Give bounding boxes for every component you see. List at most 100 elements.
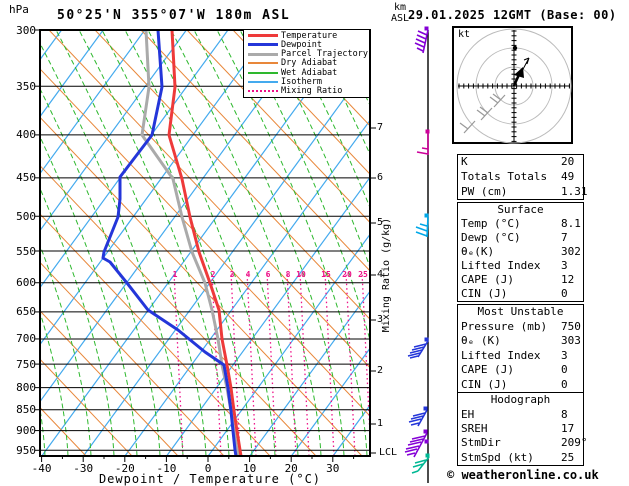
table-row-label: EH — [461, 408, 474, 421]
km-tick-label: 1 — [377, 419, 383, 429]
legend-item: Wet Adiabat — [244, 68, 369, 77]
pressure-tick-label: 300 — [6, 25, 36, 36]
table-row-value: 8.1 — [561, 218, 581, 229]
wind-barb-dot — [425, 440, 429, 444]
wind-barb-dot — [426, 454, 430, 458]
hodograph-point — [513, 46, 517, 50]
mixing-ratio-value-label: 3 — [224, 271, 240, 279]
table-row-value: 8 — [561, 409, 568, 420]
table-row-value: 302 — [561, 246, 581, 257]
pressure-tick-label: 600 — [6, 277, 36, 288]
mixing-ratio-value-label: 6 — [260, 271, 276, 279]
stats-table: Hodograph EH 8 SREH17 StmDir209° StmSpd (kt) 2… — [457, 392, 584, 466]
mixing-ratio-value-label: 25 — [355, 271, 371, 279]
legend-line-sample — [248, 90, 278, 92]
legend-item: Parcel Trajectory — [244, 50, 369, 59]
temp-tick-label: -20 — [109, 463, 141, 474]
km-tick-label: 7 — [377, 123, 383, 133]
legend-label: Mixing Ratio — [281, 86, 342, 96]
table-row: CAPE (J) 12 — [461, 274, 580, 286]
pressure-tick-label: 900 — [6, 425, 36, 436]
table-row-value: 25 — [561, 452, 574, 463]
mixing-ratio-value-label: 15 — [318, 271, 334, 279]
table-row-label: CAPE (J) — [461, 273, 514, 286]
table-row-label: StmSpd (kt) — [461, 451, 534, 464]
table-row-value: 12 — [561, 274, 574, 285]
skewt-sounding-page: hPa 50°25'N 355°07'W 180m ASL 29.01.2025… — [0, 0, 629, 486]
table-row-label: CAPE (J) — [461, 363, 514, 376]
parcel-curve — [142, 30, 239, 456]
legend-item: Temperature — [244, 31, 369, 40]
temp-tick-label: -30 — [67, 463, 99, 474]
pressure-tick-label: 700 — [6, 333, 36, 344]
mixing-ratio-value-label: 20 — [339, 271, 355, 279]
table-row: K20 — [461, 156, 580, 168]
table-row-value: 0 — [561, 379, 568, 390]
km-tick-label: 6 — [377, 173, 383, 183]
temp-tick-label: -10 — [150, 463, 182, 474]
wind-barb — [412, 457, 429, 473]
table-title: Hodograph — [461, 394, 580, 406]
table-row: StmSpd (kt) 25 — [461, 452, 580, 464]
table-row: CAPE (J)0 — [461, 364, 580, 376]
legend: TemperatureDewpointParcel TrajectoryDry … — [243, 29, 370, 98]
table-row: Pressure (mb)750 — [461, 321, 580, 333]
table-row: Temp (°C)8.1 — [461, 218, 580, 230]
table-row: EH 8 — [461, 409, 580, 421]
table-row: StmDir209° — [461, 437, 580, 449]
table-row-label: θₑ (K) — [461, 334, 501, 347]
stats-table: SurfaceTemp (°C)8.1Dewp (°C)7θₑ(K)302Lif… — [457, 202, 584, 302]
table-row-label: Lifted Index — [461, 259, 540, 272]
km-tick-label: 4 — [377, 270, 383, 280]
table-row-label: CIN (J) — [461, 378, 507, 391]
table-row: Lifted Index3 — [461, 350, 580, 362]
pressure-tick-label: 850 — [6, 404, 36, 415]
temp-tick-label: 0 — [192, 463, 224, 474]
table-row-value: 750 — [561, 321, 581, 332]
table-row-value: 7 — [561, 232, 568, 243]
table-row-value: 49 — [561, 171, 574, 182]
run-datetime: 29.01.2025 12GMT (Base: 00) — [408, 9, 617, 21]
mixing-ratio-value-label: 1 — [167, 271, 183, 279]
hodograph-unit: kt — [458, 30, 470, 40]
wind-barb — [415, 30, 428, 53]
legend-item: Dewpoint — [244, 40, 369, 49]
table-row: θₑ(K)302 — [461, 246, 580, 258]
table-row-value: 3 — [561, 260, 568, 271]
temp-tick-label: 30 — [317, 463, 349, 474]
table-title: Most Unstable — [461, 306, 580, 318]
mixing-ratio-value-label: 10 — [293, 271, 309, 279]
table-row: CIN (J)0 — [461, 288, 580, 300]
wind-barb-dot — [425, 27, 429, 31]
wind-barb — [417, 133, 428, 155]
wind-barb — [405, 433, 427, 457]
lcl-label: LCL — [379, 448, 397, 458]
stats-table: Most Unstable Pressure (mb)750θₑ (K) 303 Li… — [457, 304, 584, 393]
legend-line-sample — [248, 43, 278, 46]
wind-barb — [416, 217, 428, 237]
station-title: 50°25'N 355°07'W 180m ASL — [57, 9, 290, 22]
legend-line-sample — [248, 34, 278, 37]
wind-barb — [408, 341, 428, 358]
table-row: SREH17 — [461, 423, 580, 435]
mixing-ratio-value-label: 4 — [240, 271, 256, 279]
table-row: Dewp (°C)7 — [461, 232, 580, 244]
table-row: Lifted Index 3 — [461, 260, 580, 272]
legend-line-sample — [248, 62, 278, 64]
table-row-value: 1.31 — [561, 186, 588, 197]
table-title: Surface — [461, 204, 580, 216]
table-row-value: 303 — [561, 335, 581, 346]
wind-barb-dot — [424, 430, 428, 434]
wind-barb-dot — [425, 338, 429, 342]
mixing-ratio-value-label: 2 — [205, 271, 221, 279]
stats-table: K20Totals Totals49PW (cm)1.31 — [457, 154, 584, 200]
wind-barb-dot — [425, 214, 429, 218]
copyright: © weatheronline.co.uk — [447, 469, 599, 481]
temp-tick-label: 10 — [234, 463, 266, 474]
pressure-tick-label: 750 — [6, 359, 36, 370]
table-row-label: Lifted Index — [461, 349, 540, 362]
pressure-tick-label: 650 — [6, 306, 36, 317]
mixing-ratio-axis-label: Mixing Ratio (g/kg) — [382, 210, 396, 340]
legend-line-sample — [248, 72, 278, 74]
pressure-tick-label: 350 — [6, 81, 36, 92]
